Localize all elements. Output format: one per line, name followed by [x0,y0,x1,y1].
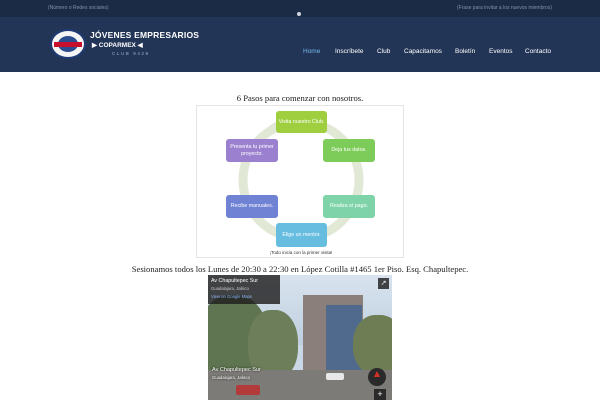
step-receive-manuals: Recibe manuales. [226,195,278,218]
site-header: JÓVENES EMPRESARIOS ▶ COPARMEX ◀ CLUB 94… [0,17,600,72]
zoom-in-icon[interactable]: + [374,389,386,400]
main-nav: Home Inscríbete Club Capacitamos Boletín… [0,48,600,58]
step-visit-club: Visita nuestro Club. [276,111,327,133]
step-first-project: Presenta tu primer proyecto. [226,139,278,162]
view-on-google-maps-link[interactable]: View on Google Maps [211,294,252,299]
top-bar: (Número o Redes sociales) (Frase para in… [0,0,600,17]
street-label: Av Chapultepec Sur [212,367,261,373]
compass-icon[interactable] [368,368,386,386]
step-payment: Realiza el pago. [323,195,375,218]
step-leave-data: Deja tus datos. [323,139,375,162]
street-sublabel: Guadalajara, Jalisco [212,375,250,380]
step-choose-mentor: Elige un mentor. [276,223,327,247]
map-place-city: Guadalajara, Jalisco [211,286,249,291]
steps-diagram: Visita nuestro Club. Deja tus datos. Rea… [196,105,404,258]
map-tree [353,315,392,375]
topbar-invite-text: (Frase para invitar a los nuevos miembro… [456,5,552,11]
nav-item-club[interactable]: Club [377,48,390,55]
map-car [236,385,260,395]
diagram-caption: ¡Todo inicia con la primer visita! [269,250,333,255]
sessions-text: Sesionamos todos los Lunes de 20:30 a 22… [131,264,469,274]
nav-item-contacto[interactable]: Contacto [525,48,551,55]
slider-dot[interactable] [297,12,301,16]
map-car [326,373,344,380]
street-view-map[interactable]: Av Chapultepec Sur Guadalajara, Jalisco … [208,275,392,400]
nav-item-boletin[interactable]: Boletín [455,48,475,55]
nav-item-capacitamos[interactable]: Capacitamos [404,48,442,55]
map-info-card: Av Chapultepec Sur Guadalajara, Jalisco … [208,275,280,304]
expand-icon[interactable]: ↗ [378,278,389,289]
topbar-contact-text: (Número o Redes sociales) [48,5,109,11]
logo-title: JÓVENES EMPRESARIOS [90,30,200,40]
nav-item-home[interactable]: Home [303,48,320,55]
steps-heading: 6 Pasos para comenzar con nosotros. [236,93,364,103]
nav-item-inscribete[interactable]: Inscríbete [335,48,364,55]
nav-item-eventos[interactable]: Eventos [489,48,513,55]
map-place-name: Av Chapultepec Sur [211,278,259,284]
